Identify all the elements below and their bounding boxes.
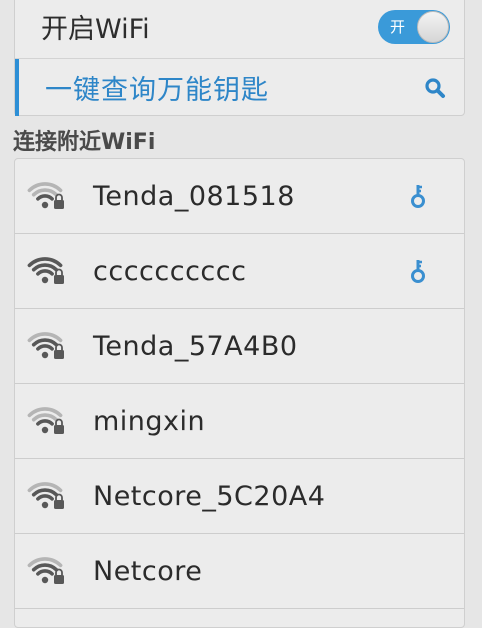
wifi-signal-lock-icon (27, 332, 64, 359)
wifi-toggle-row[interactable]: 开启WiFi 开 (15, 0, 464, 59)
wifi-name: mingxin (93, 405, 206, 437)
wifi-signal-lock-icon (27, 407, 64, 434)
wifi-signal-lock-icon (27, 257, 64, 284)
switch-knob (417, 10, 449, 43)
switch-state-text: 开 (390, 17, 406, 36)
wifi-item[interactable]: Tenda_57A4B0 (15, 309, 464, 384)
key-icon (411, 185, 425, 208)
wifi-item[interactable]: mingxin (15, 384, 464, 459)
wifi-switch[interactable]: 开 (378, 9, 450, 44)
wifi-toggle-label: 开启WiFi (41, 14, 150, 45)
query-master-key-label: 一键查询万能钥匙 (45, 75, 269, 106)
wifi-name: Tenda_57A4B0 (93, 330, 298, 362)
wifi-signal-lock-icon (27, 557, 64, 584)
wifi-item[interactable]: Netcore (15, 534, 464, 609)
wifi-name: cccccccccc (93, 255, 247, 287)
section-title: 连接附近WiFi (13, 130, 156, 155)
wifi-item[interactable]: cccccccccc (15, 234, 464, 309)
query-master-key-button[interactable]: 一键查询万能钥匙 (15, 59, 464, 116)
wifi-signal-lock-icon (27, 482, 64, 509)
wifi-item[interactable]: Netcore_5C20A4 (15, 459, 464, 534)
wifi-list: Tenda_081518 cccccccccc Tenda_57A4B0 min… (14, 158, 465, 628)
wifi-name: Netcore_5C20A4 (93, 480, 326, 512)
wifi-signal-lock-icon (27, 182, 64, 209)
wifi-name: Tenda_081518 (93, 180, 295, 212)
wifi-name: Netcore (93, 555, 203, 587)
key-icon (411, 260, 425, 283)
search-icon[interactable] (424, 77, 446, 99)
wifi-item[interactable]: Tenda_081518 (15, 159, 464, 234)
top-card: 开启WiFi 开 一键查询万能钥匙 (14, 0, 465, 116)
